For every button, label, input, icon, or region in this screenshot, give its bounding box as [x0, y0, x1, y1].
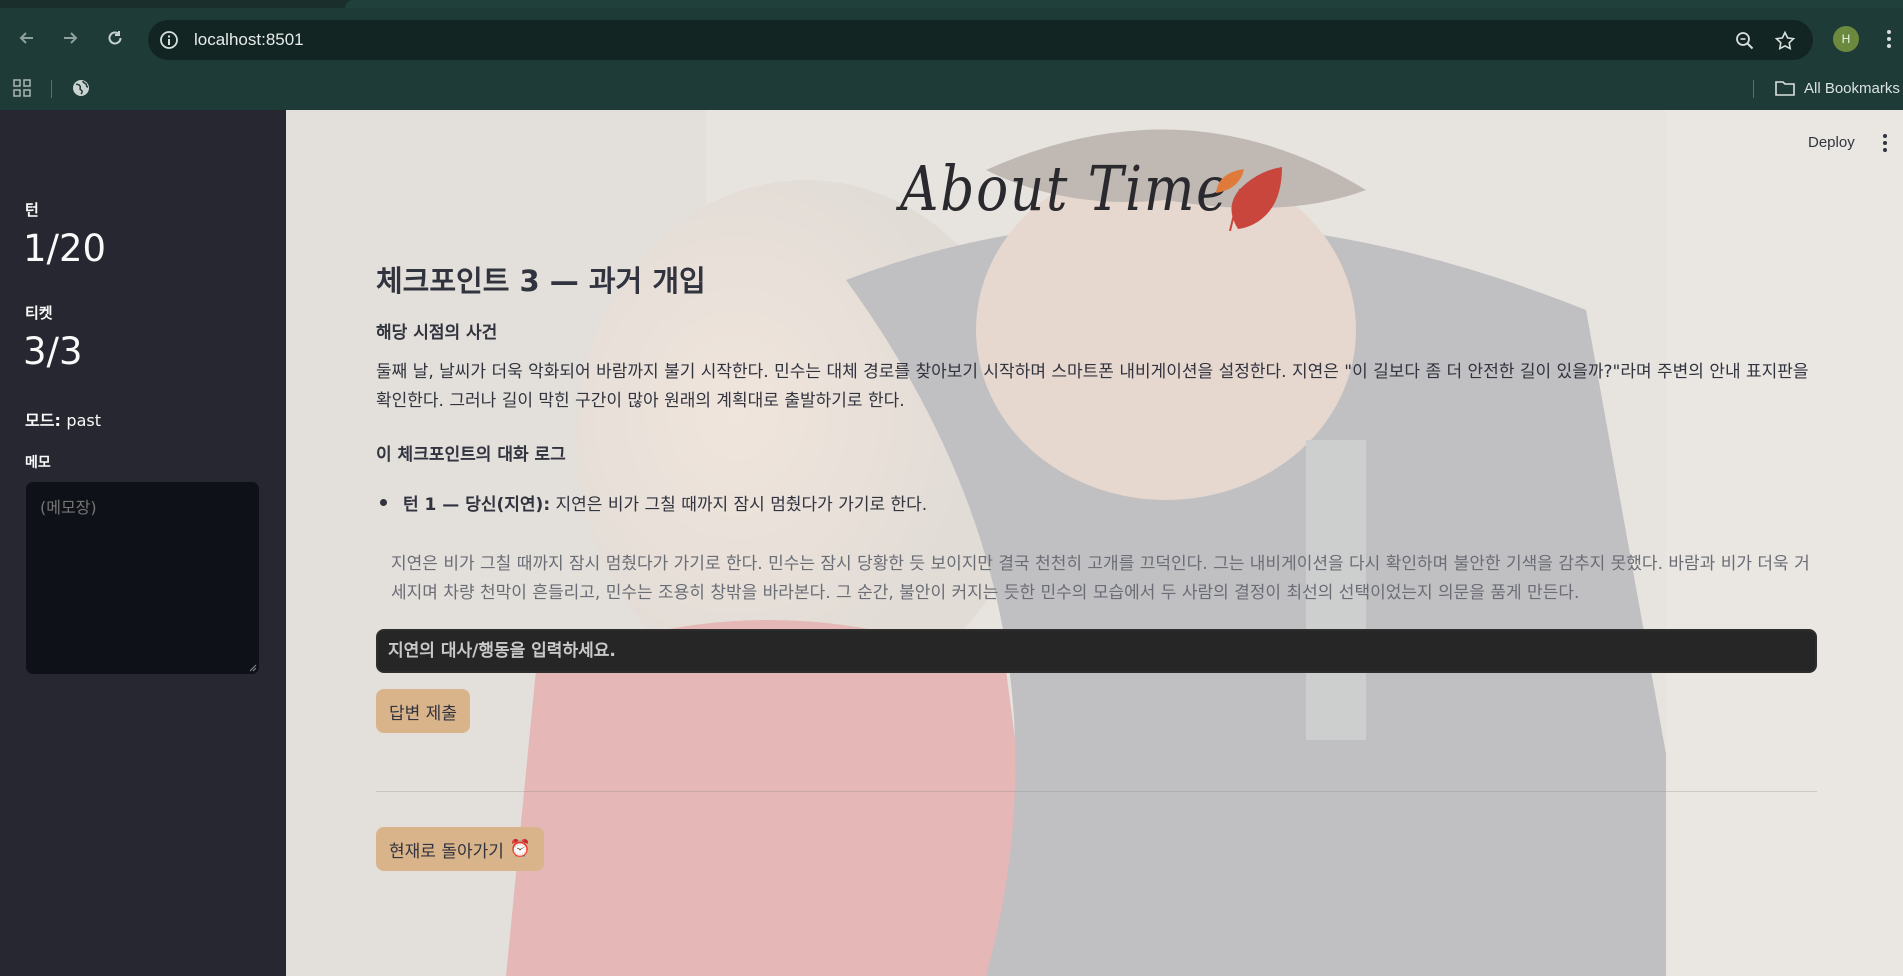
- apps-grid-icon[interactable]: [12, 78, 32, 98]
- forward-arrow-icon: [64, 32, 78, 44]
- leaf-logo-icon: [1216, 167, 1282, 231]
- bookmarks-separator-right: [1753, 80, 1754, 98]
- mode-value: past: [66, 411, 101, 430]
- main-area: Deploy About Time 체크포인트 3 — 과거 개입 해당 시점의…: [286, 110, 1903, 976]
- all-bookmarks-label: All Bookmarks: [1804, 79, 1900, 97]
- turn-label: 턴: [25, 201, 39, 219]
- globe-icon[interactable]: [70, 77, 92, 99]
- bookmark-star-icon[interactable]: [1774, 30, 1796, 52]
- mode-label: 모드:: [25, 411, 61, 430]
- submit-answer-label: 답변 제출: [389, 703, 457, 724]
- active-tab[interactable]: [345, 0, 1903, 8]
- memo-label: 메모: [25, 455, 51, 471]
- bookmarks-separator: [51, 80, 52, 98]
- bookmarks-bar: All Bookmarks: [0, 68, 1903, 110]
- folder-icon: [1775, 81, 1795, 96]
- list-item: 턴 1 — 당신(지연): 지연은 비가 그칠 때까지 잠시 멈췄다가 가기로 …: [376, 490, 1816, 515]
- url-text[interactable]: localhost:8501: [194, 30, 304, 50]
- site-info-icon[interactable]: [158, 29, 180, 51]
- checkpoint-title: 체크포인트 3 — 과거 개입: [376, 264, 706, 298]
- log-heading: 이 체크포인트의 대화 로그: [376, 445, 566, 465]
- all-bookmarks-button[interactable]: All Bookmarks: [1774, 78, 1900, 98]
- forward-button[interactable]: [55, 23, 85, 53]
- bullet-dot: [380, 499, 387, 506]
- log-text: 지연은 비가 그칠 때까지 잠시 멈췄다가 가기로 한다.: [550, 495, 928, 515]
- return-to-present-button[interactable]: 현재로 돌아가기 ⏰: [376, 827, 545, 871]
- memo-textarea[interactable]: [25, 481, 260, 675]
- back-arrow-icon: [19, 32, 33, 44]
- divider: [376, 791, 1817, 792]
- event-text: 둘째 날, 날씨가 더욱 악화되어 바람까지 불기 시작한다. 민수는 대체 경…: [376, 362, 1809, 411]
- ai-response-text: 지연은 비가 그칠 때까지 잠시 멈췄다가 가기로 한다. 민수는 잠시 당황한…: [391, 554, 1810, 603]
- reload-icon: [108, 31, 122, 45]
- reload-button[interactable]: [100, 23, 130, 53]
- ticket-value: 3/3: [23, 330, 83, 373]
- submit-answer-button[interactable]: 답변 제출: [376, 689, 470, 733]
- mode-indicator: 모드: past: [25, 407, 101, 431]
- profile-avatar[interactable]: H: [1833, 26, 1859, 52]
- address-bar[interactable]: localhost:8501: [148, 20, 1813, 60]
- app-title: About Time: [900, 152, 1230, 225]
- log-speaker: 턴 1 — 당신(지연):: [403, 495, 551, 515]
- ticket-label: 티켓: [25, 304, 53, 322]
- dialogue-input[interactable]: [376, 629, 1817, 673]
- deploy-button[interactable]: Deploy: [1808, 134, 1855, 151]
- browser-menu-icon[interactable]: [1884, 28, 1894, 50]
- event-heading: 해당 시점의 사건: [376, 323, 498, 343]
- resize-grip-icon[interactable]: [248, 663, 257, 672]
- browser-toolbar: localhost:8501 H: [0, 8, 1903, 68]
- tab-strip: [0, 0, 1903, 8]
- app-menu-icon[interactable]: [1881, 133, 1889, 153]
- zoom-icon[interactable]: [1734, 30, 1756, 52]
- sidebar: 턴 1/20 티켓 3/3 모드: past 메모: [0, 110, 286, 976]
- turn-value: 1/20: [23, 227, 107, 270]
- return-label: 현재로 돌아가기: [389, 841, 504, 862]
- alarm-clock-icon: ⏰: [509, 839, 532, 859]
- back-button[interactable]: [12, 23, 42, 53]
